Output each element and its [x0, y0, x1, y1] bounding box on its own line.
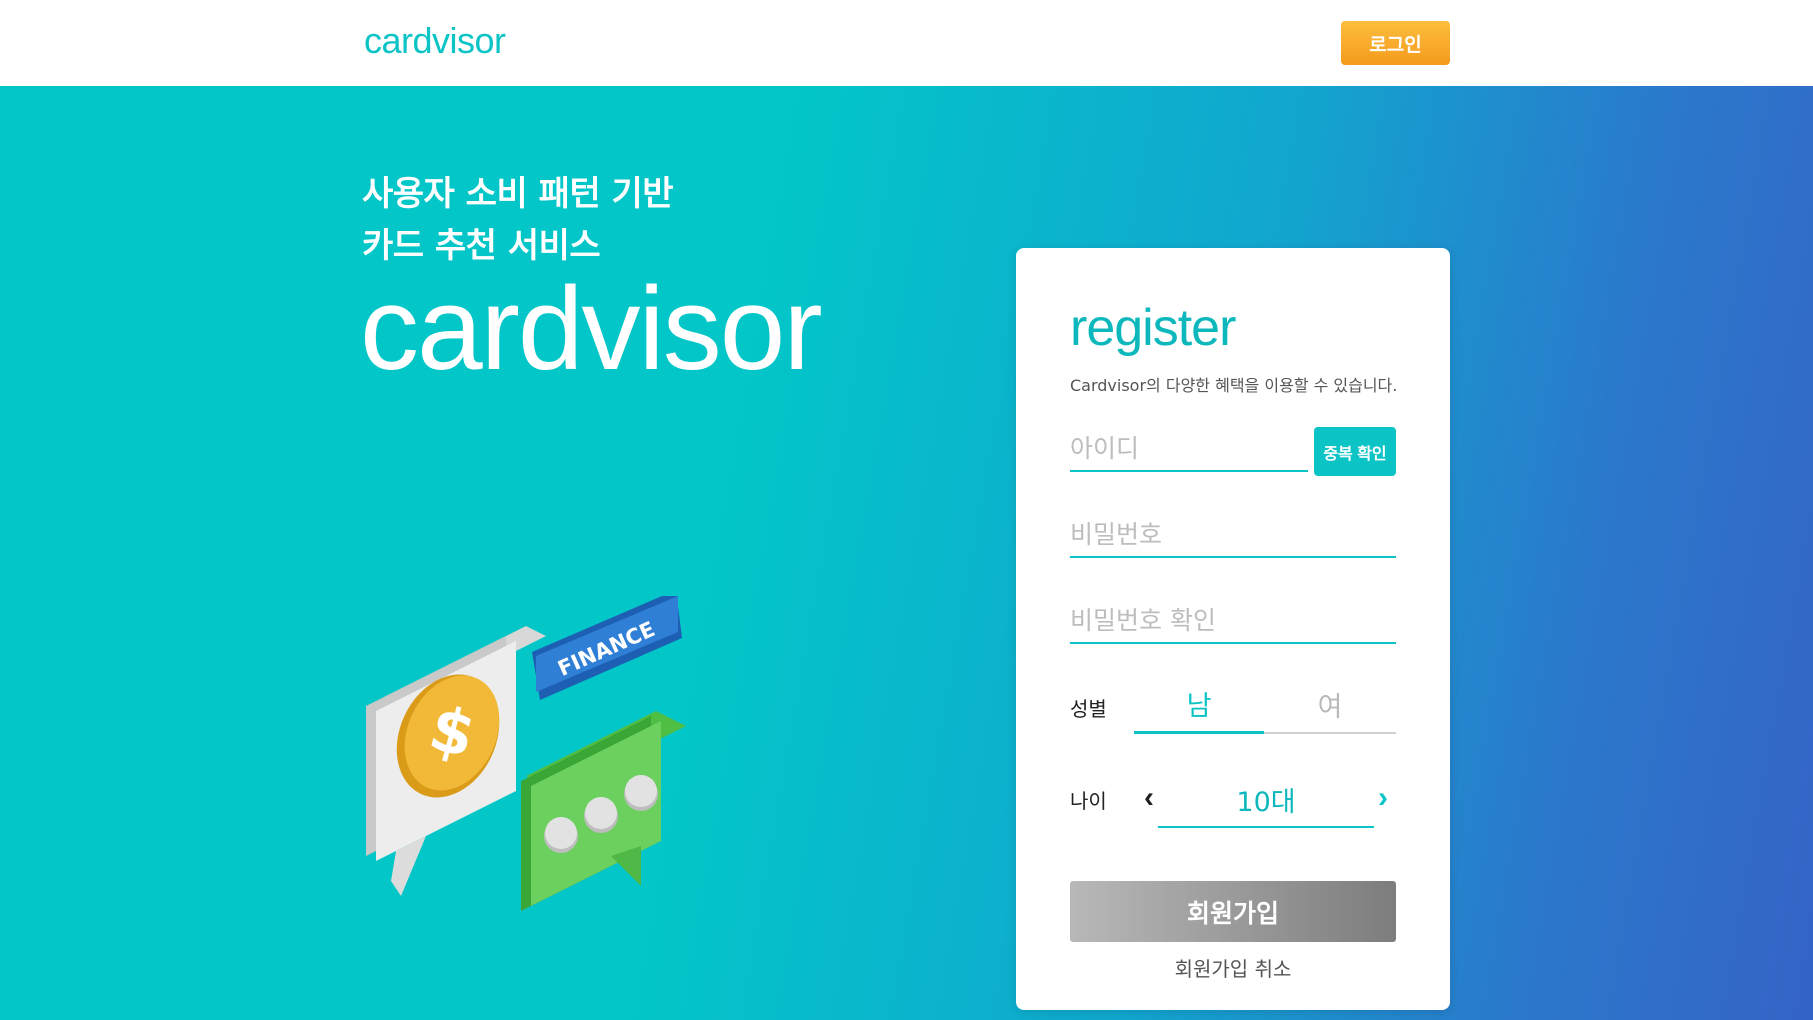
register-subtitle: Cardvisor의 다양한 혜택을 이용할 수 있습니다.	[1070, 376, 1398, 395]
finance-chat-illustration: $ FINANCE	[366, 596, 686, 911]
register-card: register Cardvisor의 다양한 혜택을 이용할 수 있습니다. …	[1016, 248, 1450, 1010]
gender-option-female[interactable]: 여	[1264, 676, 1396, 734]
hero-headline-line1: 사용자 소비 패턴 기반	[362, 174, 674, 214]
chevron-left-icon[interactable]: ‹	[1134, 778, 1164, 818]
duplicate-check-button[interactable]: 중복 확인	[1314, 427, 1396, 476]
login-button[interactable]: 로그인	[1341, 21, 1450, 65]
hero-headline: 사용자 소비 패턴 기반 카드 추천 서비스	[362, 168, 674, 272]
age-value: 10대	[1158, 772, 1374, 828]
age-label: 나이	[1070, 789, 1107, 813]
id-input[interactable]	[1070, 426, 1308, 472]
register-cancel-link[interactable]: 회원가입 취소	[1070, 953, 1396, 982]
gender-label: 성별	[1070, 697, 1107, 721]
chevron-right-icon[interactable]: ›	[1368, 778, 1398, 818]
finance-tag-icon: FINANCE	[532, 596, 682, 700]
password-confirm-input[interactable]	[1070, 598, 1396, 644]
password-input[interactable]	[1070, 512, 1396, 558]
hero-section: 사용자 소비 패턴 기반 카드 추천 서비스 cardvisor $ FINAN…	[0, 86, 1813, 1020]
green-chat-bubble-icon	[521, 711, 686, 911]
header-logo[interactable]: cardvisor	[364, 20, 506, 62]
top-header: cardvisor 로그인	[0, 0, 1813, 86]
register-title: register	[1070, 299, 1236, 357]
register-submit-button[interactable]: 회원가입	[1070, 881, 1396, 942]
gender-option-male[interactable]: 남	[1134, 676, 1264, 734]
hero-logo: cardvisor	[360, 263, 823, 395]
